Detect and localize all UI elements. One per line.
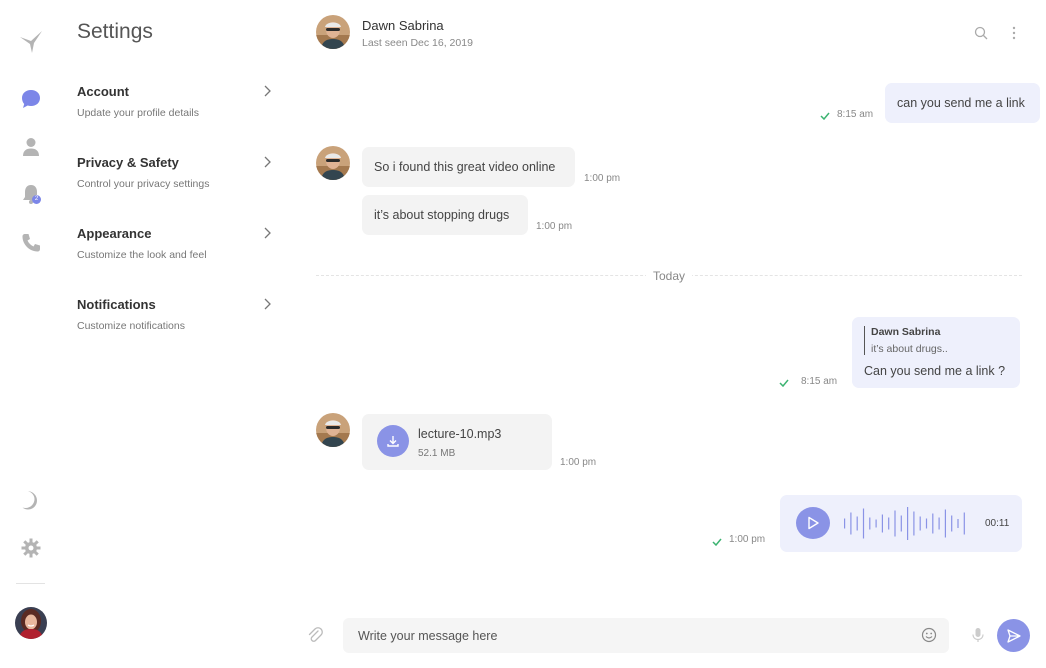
incoming-message[interactable]: it’s about stopping drugs [362, 195, 528, 235]
nav-rail: 2 [0, 0, 62, 668]
message-text: can you send me a link [897, 96, 1025, 110]
message-text: it’s about stopping drugs [374, 208, 510, 222]
file-name: lecture-10.mp3 [418, 427, 502, 441]
paperclip-icon[interactable] [306, 626, 324, 644]
incoming-file-message[interactable]: lecture-10.mp3 52.1 MB [362, 414, 552, 470]
message-time: 1:00 pm [536, 221, 573, 232]
settings-item-subtitle: Customize notifications [77, 320, 185, 332]
message-time: 1:00 pm [560, 457, 597, 468]
message-input[interactable] [343, 618, 913, 653]
settings-item-notifications[interactable]: Notifications Customize notifications [77, 297, 277, 347]
file-size: 52.1 MB [418, 448, 456, 459]
settings-item-title: Account [77, 84, 129, 99]
read-check-icon [820, 112, 830, 120]
settings-item-account[interactable]: Account Update your profile details [77, 84, 277, 134]
notification-count-badge: 2 [32, 195, 41, 204]
rail-divider [16, 583, 45, 584]
incoming-message[interactable]: So i found this great video online [362, 147, 575, 187]
settings-item-subtitle: Update your profile details [77, 107, 199, 119]
settings-item-title: Notifications [77, 297, 156, 312]
message-time: 8:15 am [801, 376, 838, 387]
outgoing-reply-message[interactable]: Dawn Sabrina it’s about drugs.. Can you … [852, 317, 1020, 388]
read-check-icon [712, 538, 722, 546]
microphone-icon[interactable] [970, 627, 986, 643]
settings-item-subtitle: Customize the look and feel [77, 249, 207, 261]
message-time: 1:00 pm [584, 173, 621, 184]
day-separator-label: Today [646, 269, 692, 283]
outgoing-voice-message[interactable]: 00:11 [780, 495, 1022, 552]
bell-icon[interactable]: 2 [18, 181, 44, 207]
message-time: 8:15 am [837, 109, 874, 120]
settings-item-title: Appearance [77, 226, 152, 241]
send-button[interactable] [997, 619, 1030, 652]
quoted-message[interactable]: Dawn Sabrina it’s about drugs.. [864, 326, 948, 355]
message-composer [343, 618, 949, 653]
settings-item-appearance[interactable]: Appearance Customize the look and feel [77, 226, 277, 276]
voice-duration: 00:11 [985, 518, 1010, 529]
message-text: So i found this great video online [374, 160, 556, 174]
search-icon[interactable] [973, 25, 989, 41]
chevron-right-icon [264, 85, 271, 97]
contact-avatar[interactable] [316, 146, 350, 180]
chat-icon[interactable] [18, 86, 44, 112]
last-seen-text: Last seen Dec 16, 2019 [362, 37, 473, 49]
more-options-icon[interactable] [1006, 25, 1022, 41]
gear-icon[interactable] [18, 535, 44, 561]
quoted-text: it’s about drugs.. [871, 343, 948, 355]
settings-item-title: Privacy & Safety [77, 155, 179, 170]
send-icon [1006, 628, 1021, 643]
emoji-icon[interactable] [921, 627, 937, 643]
chevron-right-icon [264, 298, 271, 310]
settings-title: Settings [77, 20, 153, 43]
settings-panel: Settings Account Update your profile det… [62, 0, 292, 668]
quoted-author: Dawn Sabrina [871, 326, 941, 338]
user-icon[interactable] [18, 134, 44, 160]
phone-icon[interactable] [18, 230, 44, 256]
moon-icon[interactable] [18, 487, 44, 513]
contact-avatar[interactable] [316, 413, 350, 447]
settings-item-privacy[interactable]: Privacy & Safety Control your privacy se… [77, 155, 277, 205]
outgoing-message[interactable]: can you send me a link [885, 83, 1040, 123]
chevron-right-icon [264, 227, 271, 239]
read-check-icon [779, 379, 789, 387]
my-avatar[interactable] [15, 607, 47, 639]
logo-bird-icon[interactable] [18, 29, 44, 55]
contact-avatar[interactable] [316, 15, 350, 49]
settings-item-subtitle: Control your privacy settings [77, 178, 210, 190]
play-icon[interactable] [796, 507, 830, 539]
download-icon[interactable] [377, 425, 409, 457]
audio-waveform[interactable] [842, 507, 970, 540]
chevron-right-icon [264, 156, 271, 168]
message-text: Can you send me a link ? [864, 364, 1006, 378]
message-time: 1:00 pm [729, 534, 766, 545]
contact-name: Dawn Sabrina [362, 18, 444, 33]
